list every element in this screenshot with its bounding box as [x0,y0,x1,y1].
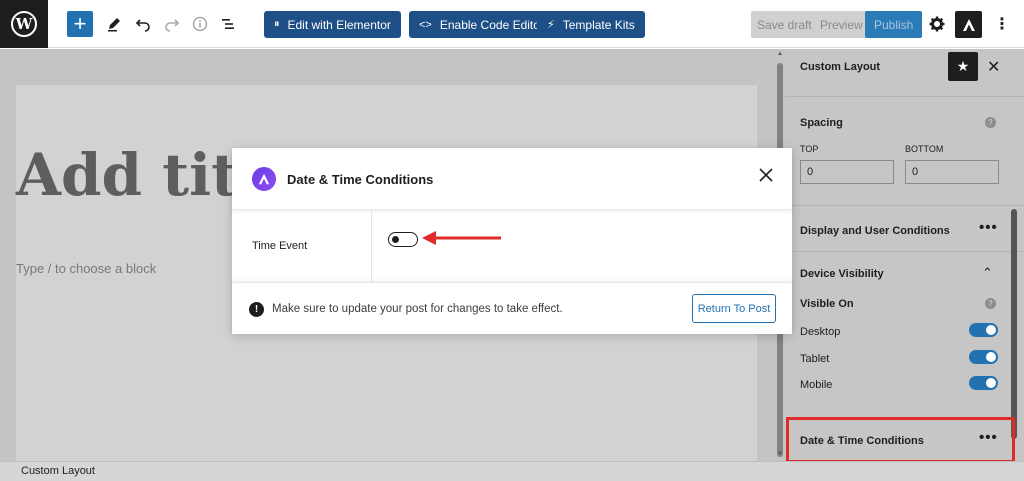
top-toolbar: W + ⏸ Edit with Elementor <> Enable Code… [0,0,1024,48]
vertical-dots-icon: ⋮ [994,16,1010,33]
device-tablet-label: Tablet [800,353,830,365]
star-icon: ★ [956,58,970,74]
return-to-post-button[interactable]: Return To Post [692,294,776,323]
options-button[interactable]: ⋮ [990,12,1014,36]
wordpress-icon: W [11,11,37,37]
template-kits-button[interactable]: ⚡ Template Kits [537,11,645,38]
modal-body: Time Event [232,210,792,282]
sidebar-close-button[interactable]: ✕ [987,57,1000,77]
save-draft-button[interactable]: Save draft [751,11,818,38]
sidebar-scrollbar[interactable] [1011,209,1017,439]
settings-sidebar: Custom Layout ★ ✕ Spacing ? TOP BOTTOM 0… [785,49,1024,461]
spacing-bottom-label: BOTTOM [905,144,944,154]
spacing-label: Spacing [800,117,843,129]
spacing-top-label: TOP [800,144,819,154]
publish-button[interactable]: Publish [865,11,923,38]
elementor-icon: ⏸ [274,18,280,30]
enable-code-editor-label: Enable Code Editor [439,17,544,32]
lightning-icon: ⚡ [547,19,555,31]
undo-icon [135,19,150,32]
divider [785,205,1024,206]
star-button[interactable]: ★ [948,52,978,81]
time-event-toggle[interactable] [388,232,418,247]
info-icon [192,16,208,32]
desktop-toggle[interactable] [969,323,998,337]
template-kits-label: Template Kits [562,17,635,32]
device-visibility-label[interactable]: Device Visibility [800,268,884,280]
help-icon[interactable]: ? [985,298,996,309]
modal-title: Date & Time Conditions [287,172,434,187]
details-button[interactable] [188,12,212,36]
spacing-top-input[interactable]: 0 [800,160,894,184]
gear-icon [929,16,945,32]
date-time-conditions-modal: Date & Time Conditions Time Event ! Make… [232,148,792,334]
redo-icon [165,19,180,32]
modal-header: Date & Time Conditions [232,148,792,210]
tablet-toggle[interactable] [969,350,998,364]
highlight-annotation [786,417,1015,463]
chevron-up-icon[interactable]: ⌃ [982,265,993,281]
annotation-arrow-icon [422,231,501,245]
display-user-conditions-label[interactable]: Display and User Conditions [800,225,950,237]
wordpress-logo-button[interactable]: W [0,0,48,48]
scroll-up-arrow-icon[interactable]: ▲ [777,51,783,57]
visible-on-label: Visible On [800,298,854,310]
edit-with-elementor-button[interactable]: ⏸ Edit with Elementor [264,11,401,38]
display-conditions-options-button[interactable]: ••• [979,219,998,236]
redo-button[interactable] [160,12,184,36]
help-icon[interactable]: ? [985,117,996,128]
astra-icon [962,18,975,31]
breadcrumb[interactable]: Custom Layout [21,465,95,477]
exclamation-icon: ! [249,302,264,317]
scroll-down-arrow-icon[interactable]: ▼ [777,451,783,457]
astra-logo-icon [252,167,276,191]
sidebar-title: Custom Layout [800,61,881,73]
add-block-button[interactable]: + [67,11,93,37]
enable-code-editor-button[interactable]: <> Enable Code Editor [409,11,554,38]
edit-tools-button[interactable] [102,12,126,36]
sidebar-header: Custom Layout ★ ✕ [785,49,1024,97]
device-desktop-label: Desktop [800,326,841,338]
spacing-bottom-input[interactable]: 0 [905,160,999,184]
list-view-button[interactable] [216,12,240,36]
footer-bar: Custom Layout [0,461,1024,481]
settings-button[interactable] [925,12,949,36]
edit-with-elementor-label: Edit with Elementor [287,17,391,32]
modal-close-button[interactable] [759,166,773,186]
time-event-label: Time Event [252,240,308,252]
pencil-icon [108,18,120,32]
block-appender[interactable]: Type / to choose a block [16,261,156,276]
list-view-icon [222,19,234,29]
astra-settings-button[interactable] [955,11,982,38]
device-mobile-label: Mobile [800,379,833,391]
mobile-toggle[interactable] [969,376,998,390]
preview-button[interactable]: Preview [814,11,869,38]
modal-field-column: Time Event [232,210,372,282]
modal-footer: ! Make sure to update your post for chan… [232,282,792,334]
update-notice: Make sure to update your post for change… [272,303,563,315]
divider [785,251,1024,252]
undo-button[interactable] [131,12,155,36]
code-icon: <> [419,18,432,31]
close-icon [759,168,773,182]
